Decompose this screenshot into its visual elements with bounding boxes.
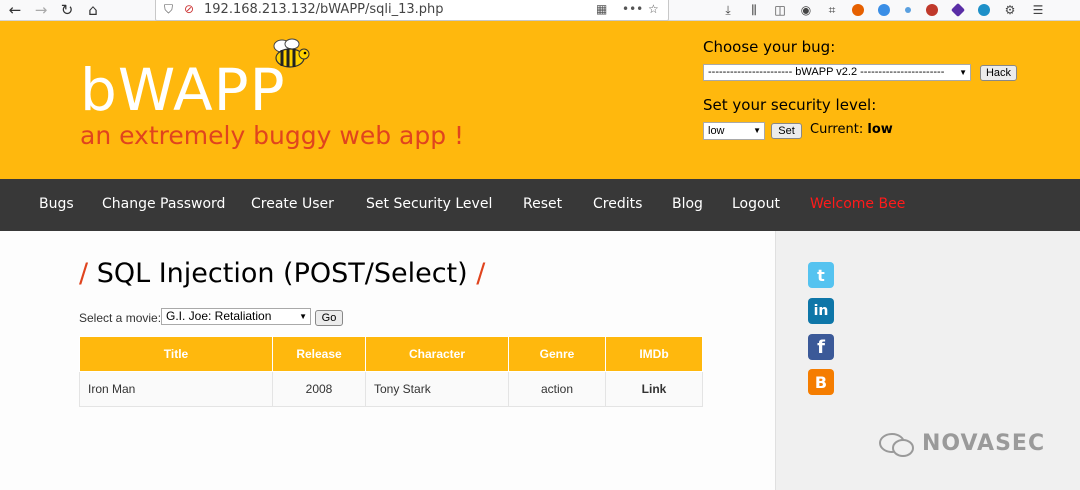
extension-teal-icon[interactable] [976,2,992,18]
table-header-row: Title Release Character Genre IMDb [79,336,703,372]
nav-create-user[interactable]: Create User [251,196,334,212]
extension-small-icon[interactable] [900,2,916,18]
movie-select-label: Select a movie: [79,311,162,325]
header-imdb: IMDb [605,336,703,372]
facebook-icon[interactable]: f [808,334,834,360]
nav-bugs[interactable]: Bugs [39,196,74,212]
cell-character: Tony Stark [365,371,509,407]
site-tagline: an extremely buggy web app ! [80,121,465,150]
settings-gear-icon[interactable]: ⚙ [1002,2,1018,18]
security-select[interactable]: low ▼ [703,122,765,140]
cell-title: Iron Man [79,371,273,407]
download-icon[interactable]: ⤓ [720,2,736,18]
header-release: Release [272,336,366,372]
nav-change-password[interactable]: Change Password [102,196,225,212]
title-slash-left: / [79,258,89,289]
bee-icon [273,38,310,68]
browser-toolbar: ← → ↻ ⌂ ⛉ ⊘ 192.168.213.132/bWAPP/sqli_1… [0,0,1080,21]
header-character: Character [365,336,509,372]
nav-reset[interactable]: Reset [523,196,562,212]
results-table: Title Release Character Genre IMDb Iron … [79,336,703,407]
nav-welcome-user: Welcome Bee [810,196,906,212]
back-icon[interactable]: ← [4,0,26,20]
blogger-icon[interactable]: B [808,369,834,395]
current-label: Current: [810,122,864,137]
extension-blue-icon[interactable] [876,2,892,18]
site-header: bWAPP an extremely buggy web app ! Choos… [0,21,1080,179]
cell-genre: action [508,371,606,407]
cell-imdb: Link [605,371,703,407]
twitter-icon[interactable]: t [808,262,834,288]
crop-icon[interactable]: ⌗ [824,2,840,18]
watermark-text: NOVASEC [922,431,1046,456]
title-slash-right: / [476,258,486,289]
chevron-down-icon: ▼ [959,68,967,77]
cell-release: 2008 [272,371,366,407]
nav-logout[interactable]: Logout [732,196,780,212]
nav-set-security-level[interactable]: Set Security Level [366,196,492,212]
reload-icon[interactable]: ↻ [56,0,78,20]
library-icon[interactable]: ⫼ [746,2,762,18]
address-bar[interactable]: ⛉ ⊘ 192.168.213.132/bWAPP/sqli_13.php ▦ … [155,0,669,21]
movie-select-value: G.I. Joe: Retaliation [166,309,272,323]
account-icon[interactable]: ◉ [798,2,814,18]
header-title: Title [79,336,273,372]
firefox-icon[interactable] [850,2,866,18]
menu-icon[interactable]: ☰ [1030,2,1046,18]
site-logo: bWAPP [80,56,286,124]
bookmark-star-icon[interactable]: ☆ [648,2,659,16]
current-security: Current: low [810,122,893,137]
page-title: / SQL Injection (POST/Select) / [79,258,485,289]
security-level-label: Set your security level: [703,96,877,114]
qr-code-icon[interactable]: ▦ [596,2,607,16]
extension-red-icon[interactable] [924,2,940,18]
movie-select[interactable]: G.I. Joe: Retaliation ▼ [161,308,311,325]
sidebar-icon[interactable]: ◫ [772,2,788,18]
chevron-down-icon: ▼ [753,126,761,135]
go-button[interactable]: Go [315,310,343,326]
url-text[interactable]: 192.168.213.132/bWAPP/sqli_13.php [204,2,444,17]
hack-button[interactable]: Hack [980,65,1017,81]
wechat-icon [879,433,914,457]
nav-credits[interactable]: Credits [593,196,642,212]
page-title-text: SQL Injection (POST/Select) [96,258,468,289]
imdb-link[interactable]: Link [642,382,667,396]
nav-blog[interactable]: Blog [672,196,703,212]
shield-icon[interactable]: ⛉ [164,2,173,17]
extension-purple-icon[interactable] [950,2,966,18]
choose-bug-label: Choose your bug: [703,38,836,56]
current-value: low [867,122,893,137]
linkedin-icon[interactable]: in [808,298,834,324]
more-actions-icon[interactable]: ••• [622,2,643,16]
security-select-value: low [708,125,725,137]
chevron-down-icon: ▼ [299,312,307,321]
set-security-button[interactable]: Set [771,123,802,139]
bug-select-value: ----------------------- bWAPP v2.2 -----… [708,66,945,78]
table-row: Iron Man 2008 Tony Stark action Link [79,371,703,407]
header-genre: Genre [508,336,606,372]
forward-icon[interactable]: → [30,0,52,20]
insecure-lock-icon[interactable]: ⊘ [184,2,194,16]
main-nav: Bugs Change Password Create User Set Sec… [0,179,1080,231]
home-icon[interactable]: ⌂ [82,0,104,20]
bug-select[interactable]: ----------------------- bWAPP v2.2 -----… [703,64,971,81]
